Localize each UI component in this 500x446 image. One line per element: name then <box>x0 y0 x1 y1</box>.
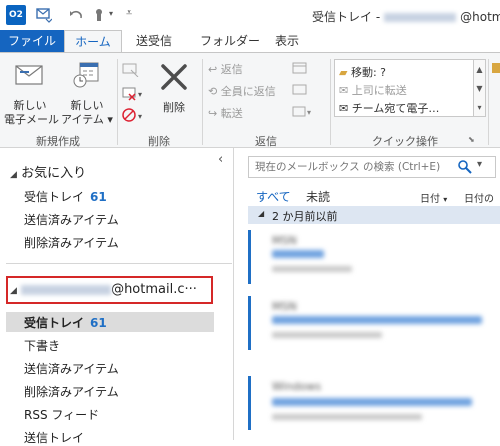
favorite-item-sent[interactable]: 送信済みアイテム <box>24 211 119 228</box>
more-respond-icon[interactable]: ▾ <box>292 105 316 122</box>
message-sender: Windows <box>272 380 322 393</box>
sort-by-date[interactable]: 日付 ▾ <box>420 190 447 205</box>
ribbon-tabs: ファイル ホーム 送受信 フォルダー 表示 <box>0 30 500 52</box>
group-label-quick-steps: クイック操作 <box>372 135 438 148</box>
reply-button[interactable]: ↩ 返信 <box>208 61 243 77</box>
tab-send-receive[interactable]: 送受信 <box>126 30 182 52</box>
forward-icon: ↪ <box>208 107 218 120</box>
ribbon-separator <box>488 59 489 145</box>
quick-step-team-email[interactable]: ✉ チーム宛て電子… <box>339 100 439 116</box>
meeting-icon[interactable] <box>292 61 308 78</box>
chevron-down-icon[interactable]: ▾ <box>109 9 113 18</box>
favorite-item-deleted[interactable]: 削除済みアイテム <box>24 234 119 251</box>
im-icon[interactable] <box>292 83 308 100</box>
reply-icon: ↩ <box>208 63 218 76</box>
collapse-triangle-icon: ◢ <box>258 209 265 218</box>
svg-text:▾: ▾ <box>138 112 142 121</box>
divider <box>6 263 232 264</box>
message-subject <box>272 316 482 324</box>
ribbon-separator <box>202 59 203 145</box>
message-item[interactable]: MSN <box>248 294 500 354</box>
junk-icon[interactable]: ▾ <box>122 107 146 126</box>
quick-steps-scroll[interactable]: ▲ ▼ ▾ <box>474 59 486 117</box>
search-scope-dropdown[interactable]: ▾ <box>477 159 482 170</box>
message-sender: MSN <box>272 234 297 247</box>
svg-text:▾: ▾ <box>307 108 311 117</box>
forward-button[interactable]: ↪ 転送 <box>208 105 243 121</box>
tab-folder[interactable]: フォルダー <box>190 30 270 52</box>
filter-unread[interactable]: 未読 <box>306 188 330 205</box>
folder-drafts[interactable]: 下書き <box>24 337 60 354</box>
reply-all-icon: ⟲ <box>208 85 218 98</box>
message-item[interactable]: MSN <box>248 228 500 288</box>
touch-mode-icon[interactable] <box>92 7 108 23</box>
folder-outbox[interactable]: 送信トレイ <box>24 429 84 446</box>
group-label-new: 新規作成 <box>36 135 80 148</box>
new-email-icon <box>15 63 45 90</box>
group-label-respond: 返信 <box>255 135 277 148</box>
forward-mail-icon: ✉ <box>339 84 349 97</box>
move-icon[interactable] <box>492 61 500 80</box>
tab-home[interactable]: ホーム <box>64 30 122 52</box>
new-items-icon <box>72 61 102 94</box>
message-preview <box>272 266 352 272</box>
search-box[interactable]: ▾ <box>248 156 496 178</box>
unread-bar <box>248 296 251 350</box>
folder-inbox[interactable]: 受信トレイ 61 <box>24 314 107 331</box>
customize-qat-icon[interactable]: ⩡ <box>126 6 132 20</box>
message-preview <box>272 414 422 420</box>
quick-step-move[interactable]: ▰ 移動: ? <box>339 64 386 80</box>
expand-triangle-icon: ◢ <box>10 170 17 180</box>
new-items-button[interactable]: 新しい アイテム ▾ <box>60 57 114 129</box>
unread-bar <box>248 376 251 430</box>
message-subject <box>272 250 324 258</box>
outlook-app-icon[interactable]: O2 <box>6 5 26 25</box>
tab-file[interactable]: ファイル <box>0 30 64 52</box>
expand-triangle-icon: ◢ <box>10 286 17 296</box>
chevron-down-icon: ▾ <box>443 195 448 204</box>
account-header[interactable]: ◢ @hotmail.c··· <box>10 282 197 297</box>
quick-steps-gallery: ▰ 移動: ? ✉ 上司に転送 ✉ チーム宛て電子… <box>334 59 474 117</box>
favorite-item-inbox[interactable]: 受信トレイ 61 <box>24 188 107 205</box>
search-input[interactable] <box>253 159 453 175</box>
delete-button[interactable]: 削除 <box>152 57 196 129</box>
navigation-pane: ‹ ◢ お気に入り 受信トレイ 61 送信済みアイテム 削除済みアイテム ◢ @h… <box>0 148 234 445</box>
title-bar: O2 ▾ ⩡ 受信トレイ -@hotmail <box>0 0 500 30</box>
ignore-icon[interactable] <box>122 61 140 80</box>
folder-sent[interactable]: 送信済みアイテム <box>24 360 119 377</box>
filter-all[interactable]: すべて <box>256 188 291 205</box>
mail-list-pane: ▾ すべて 未読 日付 ▾ 日付の ◢ 2 か月前以前 MSN MSN Wind… <box>240 148 500 440</box>
new-email-button[interactable]: 新しい 電子メール <box>4 57 59 129</box>
send-receive-all-icon[interactable] <box>36 7 53 23</box>
svg-text:▾: ▾ <box>138 90 142 99</box>
folder-deleted[interactable]: 削除済みアイテム <box>24 383 119 400</box>
search-icon[interactable] <box>457 159 473 178</box>
message-subject <box>272 398 472 406</box>
cleanup-icon[interactable]: ▾ <box>122 85 146 104</box>
window-title: 受信トレイ -@hotmail <box>312 10 500 24</box>
message-sender: MSN <box>272 300 297 313</box>
tab-view[interactable]: 表示 <box>265 30 309 52</box>
favorites-header[interactable]: ◢ お気に入り <box>10 162 86 181</box>
undo-icon[interactable] <box>68 7 84 23</box>
message-item[interactable]: Windows <box>248 374 500 434</box>
sort-order[interactable]: 日付の <box>464 190 494 205</box>
team-mail-icon: ✉ <box>339 102 349 115</box>
folder-icon: ▰ <box>339 66 348 79</box>
ribbon: 新しい 電子メール 新しい アイテム ▾ 新規作成 ▾ ▾ 削除 削除 ↩ 返信… <box>0 52 500 148</box>
folder-rss[interactable]: RSS フィード <box>24 406 99 423</box>
dialog-launcher-icon[interactable]: ⬊ <box>468 135 475 144</box>
quick-step-to-manager[interactable]: ✉ 上司に転送 <box>339 82 407 98</box>
collapse-pane-icon[interactable]: ‹ <box>218 152 223 167</box>
delete-x-icon <box>160 63 188 94</box>
group-label-delete: 削除 <box>148 135 170 148</box>
message-preview <box>272 332 382 338</box>
unread-bar <box>248 230 251 284</box>
reply-all-button[interactable]: ⟲ 全員に返信 <box>208 83 276 99</box>
group-header[interactable]: ◢ 2 か月前以前 <box>248 206 500 224</box>
